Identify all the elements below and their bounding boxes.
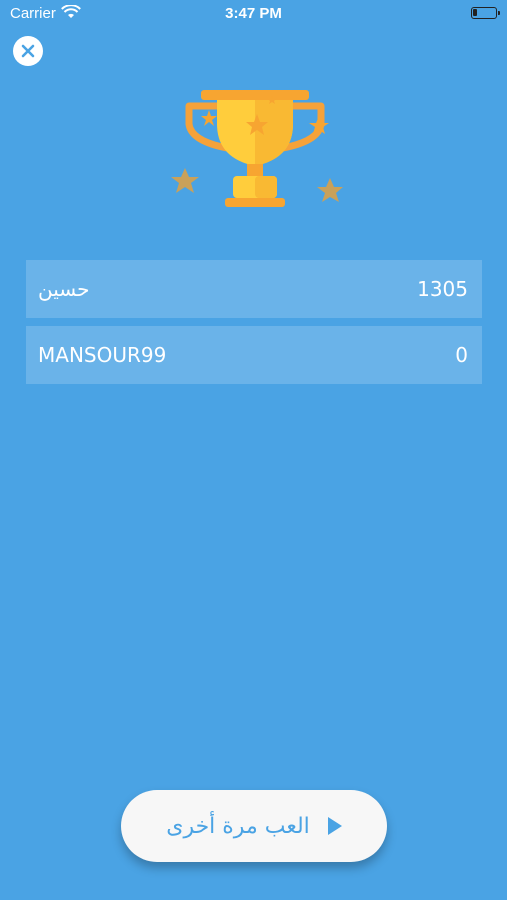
play-again-button[interactable]: العب مرة أخرى xyxy=(121,790,387,862)
status-bar: Carrier 3:47 PM xyxy=(0,0,507,28)
score-row: MANSOUR99 0 xyxy=(26,326,482,384)
score-row: حسين 1305 xyxy=(26,260,482,318)
player-name: MANSOUR99 xyxy=(38,343,167,367)
player-score: 1305 xyxy=(417,277,468,301)
status-time: 3:47 PM xyxy=(225,5,282,22)
player-score: 0 xyxy=(455,343,468,367)
battery-icon xyxy=(471,7,500,19)
play-again-label: العب مرة أخرى xyxy=(166,813,310,839)
play-icon xyxy=(327,817,342,835)
trophy-icon xyxy=(165,86,345,214)
close-icon xyxy=(21,44,35,58)
player-name: حسين xyxy=(38,277,90,301)
close-button[interactable] xyxy=(13,36,43,66)
